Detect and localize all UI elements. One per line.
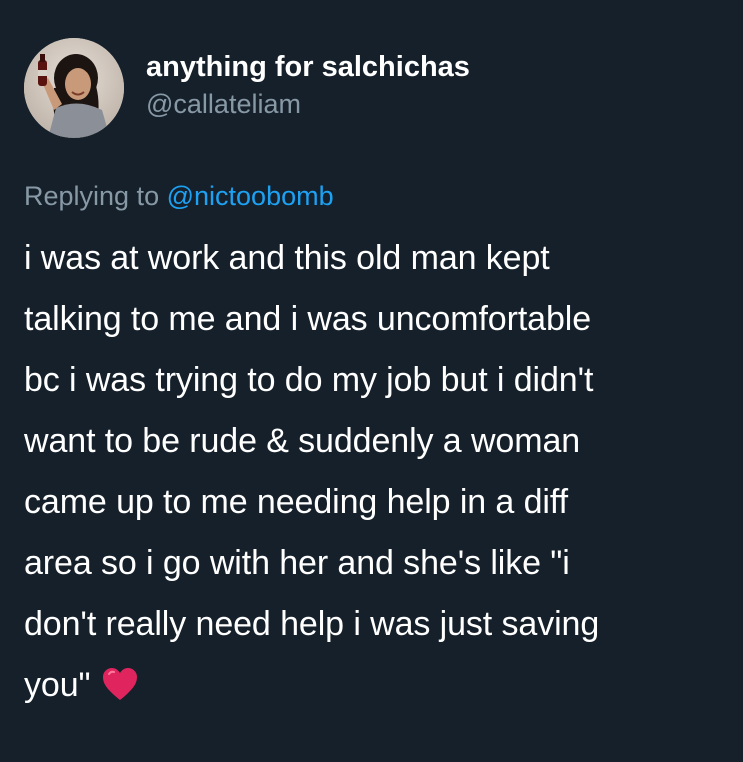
tweet-text-line: came up to me needing help in a diff <box>24 483 568 521</box>
heart-icon <box>101 666 139 702</box>
avatar-image <box>24 38 124 138</box>
tweet-text-line: you" <box>24 666 91 704</box>
author-display-name[interactable]: anything for salchichas <box>146 50 470 84</box>
tweet-text-line: i was at work and this old man kept <box>24 239 550 277</box>
author-handle[interactable]: @callateliam <box>146 88 301 120</box>
tweet-text-line: don't really need help i was just saving <box>24 605 600 643</box>
tweet-text-line: area so i go with her and she's like "i <box>24 544 570 582</box>
replying-to-label: Replying to <box>24 181 160 211</box>
tweet-text: i was at work and this old man kept talk… <box>24 228 724 716</box>
replying-to: Replying to @nictoobomb <box>24 180 334 212</box>
avatar[interactable] <box>24 38 124 138</box>
tweet-text-line: talking to me and i was uncomfortable <box>24 300 592 338</box>
reply-handle-link[interactable]: @nictoobomb <box>167 181 334 211</box>
tweet-text-line: bc i was trying to do my job but i didn'… <box>24 361 594 399</box>
tweet-card: anything for salchichas @callateliam Rep… <box>0 0 743 762</box>
tweet-text-line: want to be rude & suddenly a woman <box>24 422 581 460</box>
tweet-text-last-line: you" <box>24 655 724 716</box>
